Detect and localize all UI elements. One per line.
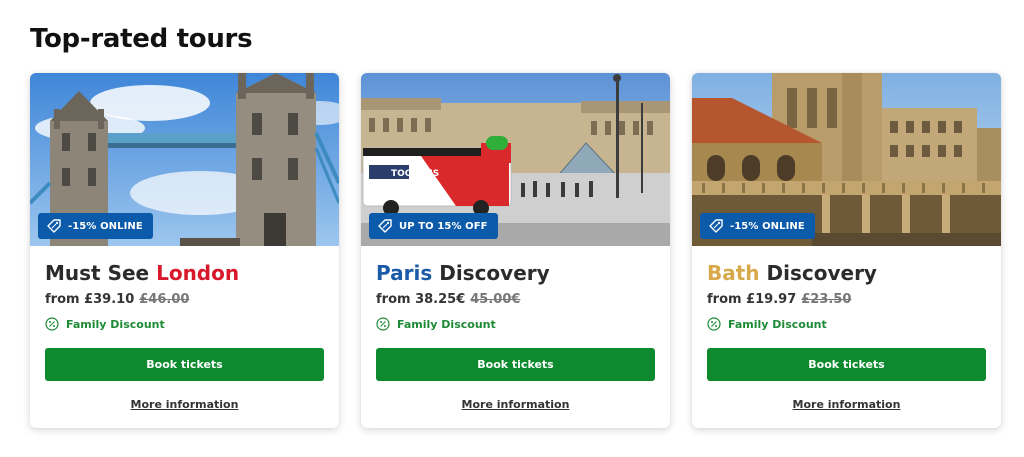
price-current: from £19.97 (707, 292, 797, 307)
tour-cards: -15% ONLINE Must See London from £39.10 £… (30, 73, 1002, 430)
section-title: Top-rated tours (30, 24, 253, 54)
discount-tag-icon (708, 218, 724, 234)
card-title: Bath Discovery (707, 261, 877, 285)
discount-label: Family Discount (66, 317, 165, 331)
discount-badge: -15% ONLINE (700, 213, 815, 239)
discount-tag-icon (377, 218, 393, 234)
discount-label: Family Discount (397, 317, 496, 331)
tour-card-london: -15% ONLINE Must See London from £39.10 £… (30, 73, 339, 428)
more-information-link[interactable]: More information (361, 398, 670, 411)
discount-badge: UP TO 15% OFF (369, 213, 498, 239)
discount-tag-icon (46, 218, 62, 234)
badge-label: -15% ONLINE (730, 220, 805, 232)
bus-side-text: PARIS (367, 157, 387, 164)
price-current: from £39.10 (45, 292, 135, 307)
title-suffix: Discovery (759, 261, 877, 285)
title-suffix: Discovery (432, 261, 550, 285)
book-tickets-button[interactable]: Book tickets (707, 348, 986, 381)
price: from £19.97 £23.50 (707, 292, 851, 307)
more-information-link[interactable]: More information (30, 398, 339, 411)
price-old: £46.00 (139, 292, 190, 307)
more-information-link[interactable]: More information (692, 398, 1001, 411)
price-old: £23.50 (801, 292, 852, 307)
percent-circle-icon (45, 317, 59, 331)
tour-card-bath: -15% ONLINE Bath Discovery from £19.97 £2… (692, 73, 1001, 428)
price-current: from 38.25€ (376, 292, 466, 307)
family-discount: Family Discount (707, 316, 827, 332)
bus-brand-text: TOOTBUS (391, 169, 439, 179)
title-prefix: Must See (45, 261, 157, 285)
price: from £39.10 £46.00 (45, 292, 189, 307)
badge-label: UP TO 15% OFF (399, 220, 488, 232)
card-title: Paris Discovery (376, 261, 550, 285)
book-tickets-button[interactable]: Book tickets (45, 348, 324, 381)
price-old: 45.00€ (470, 292, 521, 307)
percent-circle-icon (376, 317, 390, 331)
badge-label: -15% ONLINE (68, 220, 143, 232)
book-tickets-button[interactable]: Book tickets (376, 348, 655, 381)
title-accent-city: London (156, 261, 240, 285)
title-accent-city: Paris (376, 261, 433, 285)
percent-circle-icon (707, 317, 721, 331)
price: from 38.25€ 45.00€ (376, 292, 520, 307)
title-accent-city: Bath (707, 261, 760, 285)
tour-card-paris: PARIS TOOTBUS UP TO 15% OFF Paris Discov… (361, 73, 670, 428)
card-title: Must See London (45, 261, 239, 285)
discount-badge: -15% ONLINE (38, 213, 153, 239)
family-discount: Family Discount (45, 316, 165, 332)
family-discount: Family Discount (376, 316, 496, 332)
discount-label: Family Discount (728, 317, 827, 331)
